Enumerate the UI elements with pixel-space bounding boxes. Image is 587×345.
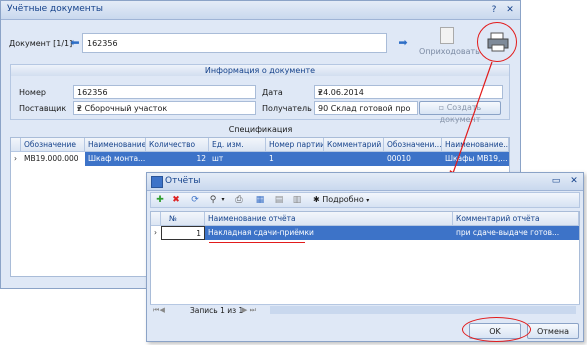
number-field[interactable]: 162356: [73, 85, 256, 99]
annotation-underline: [209, 242, 305, 243]
supplier-label: Поставщик: [19, 104, 67, 113]
table-cell[interactable]: Накладная сдачи-приёмки: [205, 226, 453, 240]
chevron-down-icon[interactable]: ▾: [217, 194, 229, 206]
table-cell[interactable]: 12: [146, 152, 209, 166]
col-header[interactable]: Номер партии: [266, 138, 324, 152]
table-cell[interactable]: 1: [161, 226, 205, 240]
chevron-down-icon[interactable]: ▾: [77, 104, 253, 113]
table-row[interactable]: › MB19.000.000 Шкаф монта... 12 шт 1 000…: [11, 152, 509, 166]
table-cell[interactable]: 00010: [384, 152, 442, 166]
delete-icon[interactable]: ✖: [170, 194, 182, 206]
table-cell[interactable]: Шкаф монта...: [85, 152, 146, 166]
col-header[interactable]: Комментарий: [324, 138, 384, 152]
nav-next-arrows-icon[interactable]: ▶ ⏭: [242, 306, 256, 315]
add-icon[interactable]: ✚: [154, 194, 166, 206]
supplier-select[interactable]: 2 Сборочный участок ▾: [73, 101, 256, 115]
report-app-icon: [151, 176, 163, 188]
number-value: 162356: [77, 88, 108, 97]
more-label: Подробно: [322, 195, 364, 204]
record-count: Запись 1 из 1: [190, 306, 244, 315]
doc-info-header: Информация о документе: [11, 65, 509, 76]
help-icon[interactable]: ?: [487, 4, 501, 16]
prev-doc-arrow-icon[interactable]: ⬅: [69, 37, 81, 49]
reports-grid: № Наименование отчёта Комментарий отчёта…: [150, 211, 580, 315]
annotation-circle-ok: [462, 317, 531, 342]
col-header[interactable]: Обозначение: [21, 138, 85, 152]
annotation-circle-print: [477, 22, 517, 62]
calendar-icon[interactable]: ▦: [254, 194, 266, 206]
row-pointer-icon: ›: [14, 154, 17, 163]
layout-icon[interactable]: ▥: [291, 194, 303, 206]
next-doc-arrow-icon[interactable]: ➡: [397, 37, 409, 49]
close-icon[interactable]: ✕: [503, 4, 517, 16]
annotation-arrow: [448, 61, 493, 182]
dialog-title: Отчёты: [165, 176, 201, 186]
col-header[interactable]: Ед. изм.: [209, 138, 266, 152]
close-icon[interactable]: ✕: [567, 175, 581, 187]
receiver-value: 90 Склад готовой прод...: [318, 104, 410, 113]
receiver-label: Получатель: [262, 104, 312, 113]
receiver-select[interactable]: 90 Склад готовой прод...: [314, 101, 418, 115]
reports-dialog: Отчёты ▭ ✕ ✚ ✖ ⟳ ⚲ ▾ ⎙ ▦ ▤ ▥ ✱ Подробно …: [146, 172, 584, 342]
table-row[interactable]: › 1 Накладная сдачи-приёмки при сдаче-вы…: [151, 226, 579, 240]
window-title: Учётные документы: [7, 4, 104, 14]
doc-number-value: 162356: [87, 39, 118, 48]
col-header[interactable]: №: [161, 212, 205, 226]
cancel-button[interactable]: Отмена: [527, 323, 579, 339]
table-cell[interactable]: [324, 152, 384, 166]
col-header[interactable]: Наименование отчёта: [205, 212, 453, 226]
horizontal-scrollbar[interactable]: [270, 306, 576, 314]
reports-toolbar: ✚ ✖ ⟳ ⚲ ▾ ⎙ ▦ ▤ ▥ ✱ Подробно ▾: [150, 192, 580, 208]
doc-label: Документ [1/1]: [9, 39, 73, 48]
table-cell[interactable]: 1: [266, 152, 324, 166]
minimize-icon[interactable]: ▭: [549, 175, 563, 187]
row-indicator-header: [11, 138, 21, 152]
date-label: Дата: [262, 88, 283, 97]
print-icon[interactable]: ⎙: [233, 194, 245, 206]
col-header[interactable]: Обозначени...: [384, 138, 442, 152]
col-header[interactable]: Наименование: [85, 138, 146, 152]
document-icon: [440, 27, 454, 44]
reports-titlebar: Отчёты ▭ ✕: [147, 173, 583, 191]
nav-arrows-icon[interactable]: ⏮ ◀: [153, 306, 165, 315]
refresh-icon[interactable]: ⟳: [189, 194, 201, 206]
record-navigator: ⏮ ◀ Запись 1 из 1 ▶ ⏭: [150, 304, 580, 316]
col-header[interactable]: Комментарий отчёта: [453, 212, 579, 226]
col-header[interactable]: Количество: [146, 138, 209, 152]
table-cell[interactable]: при сдаче-выдаче готов...: [453, 226, 579, 240]
grid-icon[interactable]: ▤: [273, 194, 285, 206]
table-cell[interactable]: шт: [209, 152, 266, 166]
number-label: Номер: [19, 88, 46, 97]
row-pointer-icon: ›: [154, 228, 157, 237]
row-indicator-header: [151, 212, 161, 226]
main-titlebar: Учётные документы ? ✕: [1, 1, 520, 20]
post-button-label: Оприходовать: [419, 47, 480, 56]
chevron-down-icon: ▾: [366, 197, 370, 204]
tools-icon: ✱: [313, 195, 320, 204]
doc-number-field[interactable]: 162356: [82, 33, 387, 53]
more-button[interactable]: ✱ Подробно ▾: [313, 195, 369, 204]
post-button[interactable]: Оприходовать: [419, 27, 480, 59]
table-cell[interactable]: MB19.000.000: [21, 152, 85, 166]
